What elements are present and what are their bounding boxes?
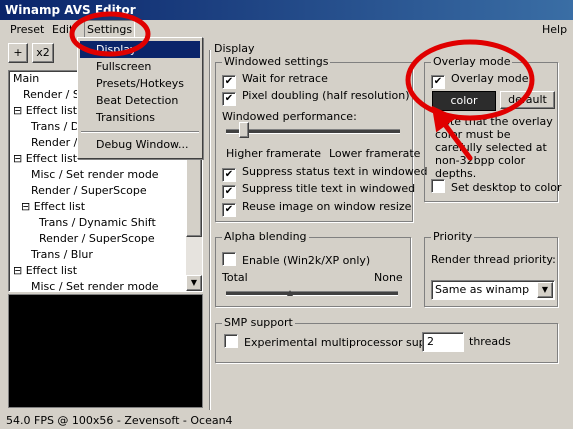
overlay-circle-annotation bbox=[405, 39, 535, 121]
settings-circle-annotation bbox=[69, 11, 151, 57]
arrow-head-annotation bbox=[431, 105, 457, 133]
annotation-overlay bbox=[69, 11, 535, 161]
